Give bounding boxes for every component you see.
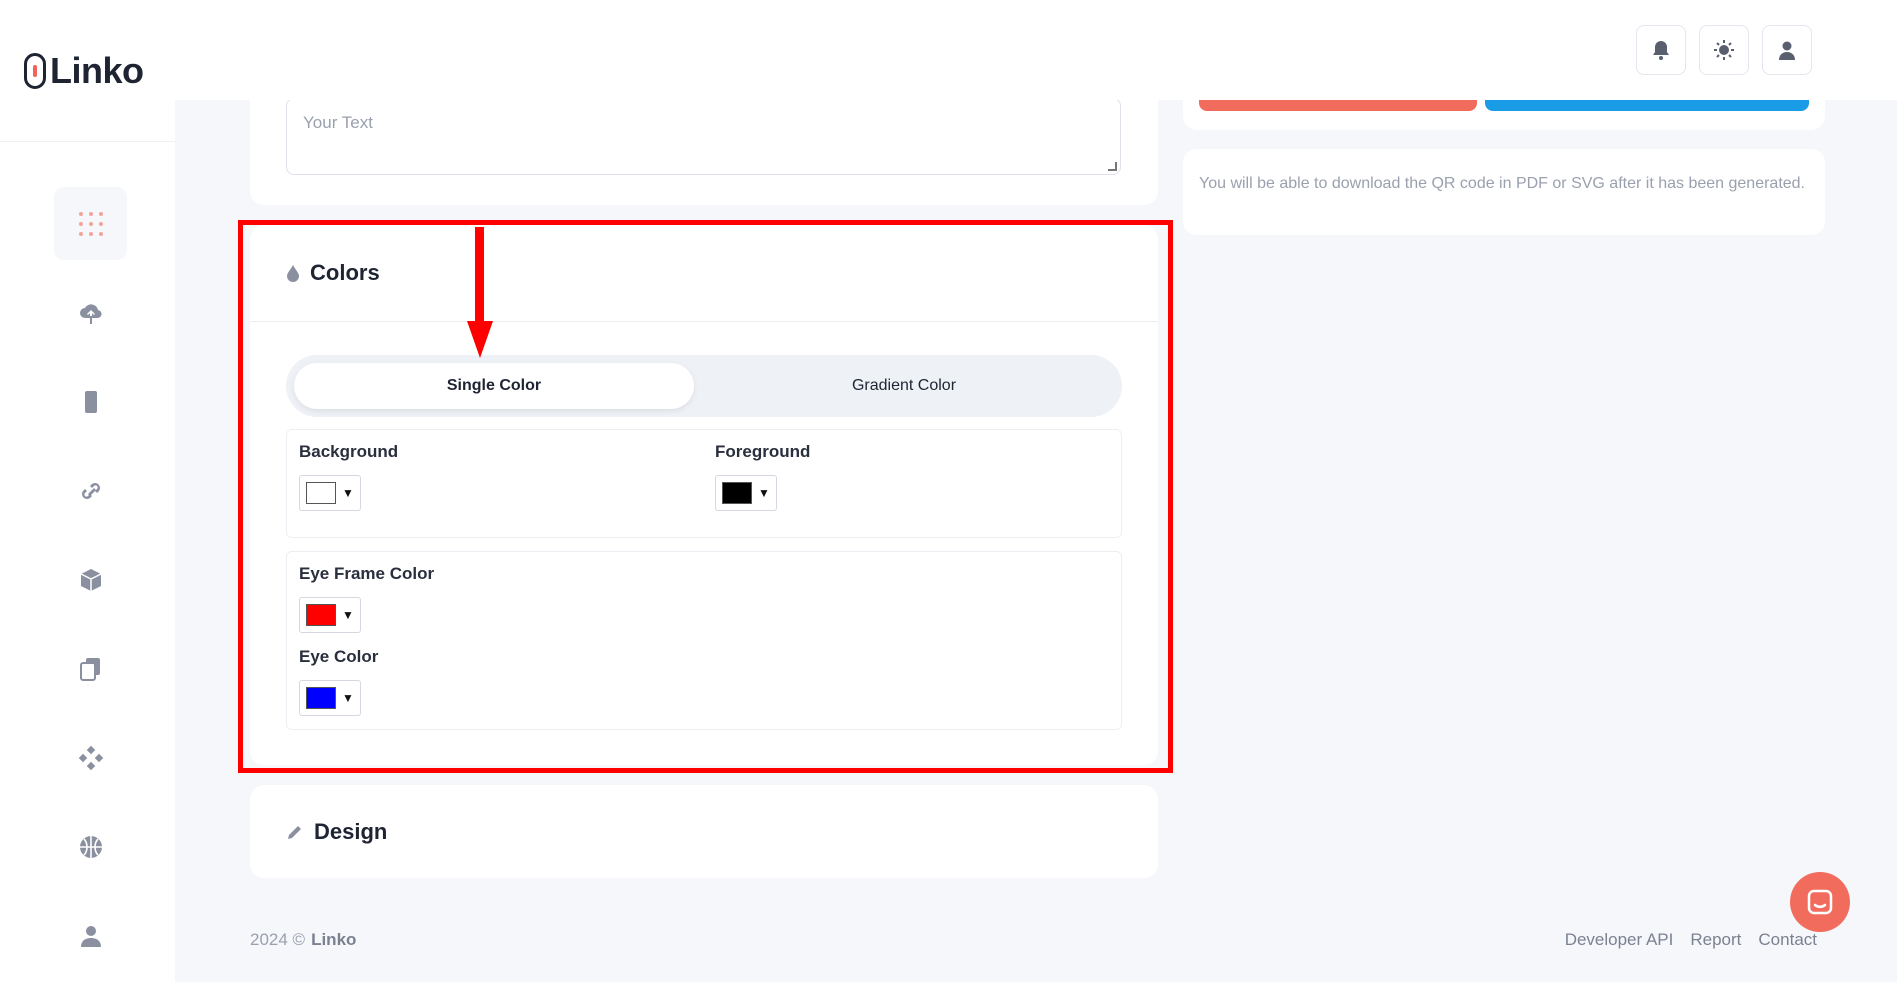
pencil-icon [288,825,301,839]
user-icon [80,925,101,947]
link-icon [81,482,100,499]
header-actions [1636,25,1812,75]
eye-color-group: Eye Frame Color ▼ Eye Color ▼ [286,551,1122,730]
eye-color-label: Eye Color [299,647,379,666]
single-color-tab[interactable]: Single Color [294,363,694,409]
sidebar-nav [54,187,127,982]
foreground-swatch [722,482,752,504]
globe-icon [79,835,102,858]
chevron-down-icon: ▼ [342,486,354,500]
contact-link[interactable]: Contact [1758,930,1817,950]
sun-icon [1714,40,1734,60]
diamond-dots-icon [78,745,103,770]
logo[interactable]: Linko [0,0,175,142]
sidebar-item-pages[interactable] [54,632,127,705]
foreground-color-picker[interactable]: ▼ [715,475,777,511]
design-card: Design [250,785,1158,878]
footer-copyright: 2024 © Linko [250,930,356,950]
chevron-down-icon: ▼ [758,486,770,500]
sidebar-item-links[interactable] [54,454,127,527]
user-icon [1779,41,1795,60]
design-header[interactable]: Design [250,785,1158,878]
theme-toggle-button[interactable] [1699,25,1749,75]
bell-icon [1653,41,1669,60]
copyright-text: 2024 © [250,930,306,949]
gradient-color-tab[interactable]: Gradient Color [694,363,1114,409]
sidebar-item-projects[interactable] [54,543,127,616]
eye-frame-color-picker[interactable]: ▼ [299,597,361,633]
developer-api-link[interactable]: Developer API [1565,930,1674,950]
copy-icon [79,657,100,681]
sidebar-item-upload[interactable] [54,276,127,349]
chat-icon [1807,889,1833,915]
colors-header[interactable]: Colors [250,225,1158,322]
color-mode-toggle: Single Color Gradient Color [286,355,1122,417]
top-header [175,0,1897,100]
eye-swatch [306,687,336,709]
chat-button[interactable] [1790,872,1850,932]
sidebar: Linko [0,0,175,982]
profile-button[interactable] [1762,25,1812,75]
sidebar-item-account[interactable] [54,899,127,972]
colors-title: Colors [310,260,380,285]
arrow-annotation [467,227,493,358]
chevron-down-icon: ▼ [342,691,354,705]
phone-icon [84,390,97,413]
foreground-label: Foreground [715,442,811,461]
logo-icon [24,52,46,89]
text-input-placeholder: Your Text [303,113,373,132]
eye-frame-color-label: Eye Frame Color [299,564,435,583]
cube-icon [80,568,101,591]
sidebar-item-domains[interactable] [54,810,127,883]
cloud-upload-icon [79,303,102,324]
design-title: Design [314,818,388,844]
eye-color-picker[interactable]: ▼ [299,680,361,716]
background-color-picker[interactable]: ▼ [299,475,361,511]
download-info-card: You will be able to download the QR code… [1183,149,1825,235]
resize-handle[interactable] [1108,162,1117,171]
bg-fg-color-group: Background ▼ Foreground ▼ [286,429,1122,538]
eye-frame-swatch [306,604,336,626]
sidebar-item-device[interactable] [54,365,127,438]
footer-brand[interactable]: Linko [311,930,356,949]
drop-icon [287,265,299,282]
logo-text: Linko [50,49,144,91]
sidebar-item-integrations[interactable] [54,721,127,794]
notifications-button[interactable] [1636,25,1686,75]
download-info-text: You will be able to download the QR code… [1199,175,1805,192]
report-link[interactable]: Report [1690,930,1741,950]
background-swatch [306,482,336,504]
colors-card: Colors Single Color Gradient Color Backg… [250,225,1158,765]
sidebar-item-dashboard[interactable] [54,187,127,260]
grid-dots-icon [78,211,103,236]
chevron-down-icon: ▼ [342,608,354,622]
footer-links: Developer API Report Contact [1565,930,1817,950]
background-label: Background [299,442,399,461]
text-input[interactable]: Your Text [286,98,1121,175]
